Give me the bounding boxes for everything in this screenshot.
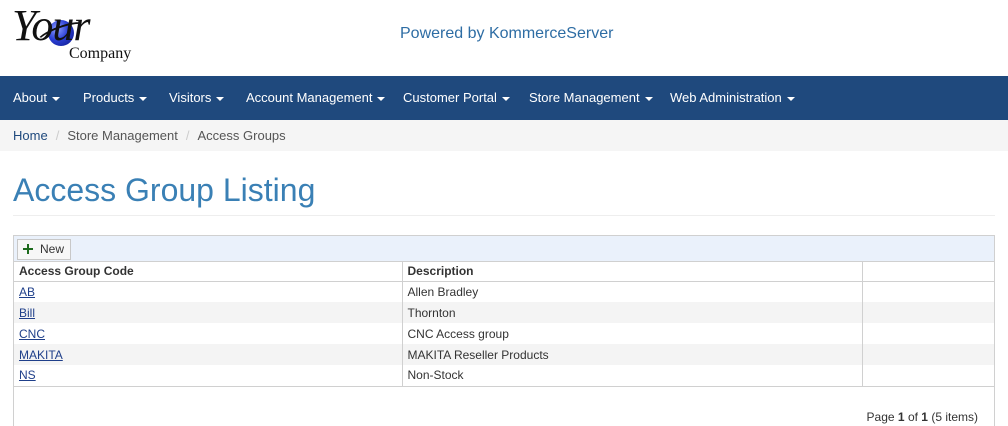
nav-item-customer-portal[interactable]: Customer Portal <box>403 76 510 120</box>
nav-item-web-administration[interactable]: Web Administration <box>670 76 795 120</box>
access-group-code-link[interactable]: MAKITA <box>19 348 63 362</box>
logo-subtext: Company <box>69 45 132 62</box>
table-row: NS Non-Stock <box>14 365 994 387</box>
pager-prefix: Page <box>866 410 895 424</box>
nav-item-label: About <box>13 90 47 105</box>
new-button-label: New <box>40 242 65 256</box>
caret-down-icon <box>216 96 225 101</box>
logo-wordmark: Your <box>12 1 91 50</box>
grid-toolbar: New <box>14 236 994 262</box>
caret-down-icon <box>139 96 148 101</box>
table-row: Bill Thornton <box>14 302 994 323</box>
powered-by-text: Powered by KommerceServer <box>400 25 614 42</box>
access-group-code-link[interactable]: CNC <box>19 327 45 341</box>
nav-item-label: Visitors <box>169 90 212 105</box>
cell-description: MAKITA Reseller Products <box>402 344 863 365</box>
nav-item-visitors[interactable]: Visitors <box>169 76 225 120</box>
nav-item-store-management[interactable]: Store Management <box>529 76 653 120</box>
cell-actions <box>862 344 994 365</box>
nav-item-label: Web Administration <box>670 90 782 105</box>
cell-actions <box>862 302 994 323</box>
cell-actions <box>862 323 994 344</box>
table-row: MAKITA MAKITA Reseller Products <box>14 344 994 365</box>
cell-actions <box>862 365 994 387</box>
new-button[interactable]: New <box>17 239 72 260</box>
caret-down-icon <box>644 96 653 101</box>
caret-down-icon <box>786 96 795 101</box>
nav-item-about[interactable]: About <box>13 76 60 120</box>
cell-code: NS <box>14 365 403 387</box>
company-logo[interactable]: Your Company <box>12 4 142 66</box>
pager-total-pages: 1 <box>921 410 928 424</box>
table-row: AB Allen Bradley <box>14 281 994 302</box>
breadcrumb-home-link[interactable]: Home <box>13 128 48 143</box>
table-row: CNC CNC Access group <box>14 323 994 344</box>
cell-code: Bill <box>14 302 403 323</box>
nav-item-label: Store Management <box>529 90 640 105</box>
nav-item-label: Products <box>83 90 135 105</box>
column-header-actions <box>862 262 994 282</box>
page-header: Your Company Powered by KommerceServer <box>0 0 1008 76</box>
table-header-row: Access Group Code Description <box>14 262 994 282</box>
plus-icon <box>23 244 33 254</box>
breadcrumb-separator: / <box>185 128 190 143</box>
nav-item-products[interactable]: Products <box>83 76 148 120</box>
access-group-code-link[interactable]: NS <box>19 368 36 382</box>
page-title: Access Group Listing <box>13 172 316 208</box>
title-divider <box>13 215 995 216</box>
main-navbar: About Products Visitors Account Manageme… <box>0 76 1008 120</box>
cell-actions <box>862 281 994 302</box>
cell-description: Thornton <box>402 302 863 323</box>
column-header-code[interactable]: Access Group Code <box>14 262 403 282</box>
breadcrumb-store-management[interactable]: Store Management <box>67 128 178 143</box>
pager-info: Page 1 of 1 (5 items) <box>867 410 978 424</box>
cell-code: MAKITA <box>14 344 403 365</box>
access-group-grid: New Access Group Code Description AB All… <box>13 235 995 426</box>
column-header-description[interactable]: Description <box>402 262 863 282</box>
access-group-table: Access Group Code Description AB Allen B… <box>14 262 994 387</box>
pager-of: of <box>907 410 918 424</box>
cell-description: Allen Bradley <box>402 281 863 302</box>
nav-item-account-management[interactable]: Account Management <box>246 76 386 120</box>
nav-item-label: Customer Portal <box>403 90 497 105</box>
cell-code: AB <box>14 281 403 302</box>
cell-description: CNC Access group <box>402 323 863 344</box>
breadcrumb: Home / Store Management / Access Groups <box>0 120 1008 151</box>
caret-down-icon <box>51 96 60 101</box>
caret-down-icon <box>377 96 386 101</box>
access-group-code-link[interactable]: AB <box>19 285 35 299</box>
access-group-code-link[interactable]: Bill <box>19 306 35 320</box>
breadcrumb-separator: / <box>55 128 60 143</box>
breadcrumb-current: Access Groups <box>197 128 286 143</box>
nav-item-label: Account Management <box>246 90 373 105</box>
cell-code: CNC <box>14 323 403 344</box>
caret-down-icon <box>501 96 510 101</box>
pager-current-page: 1 <box>897 410 905 424</box>
pager-item-count: (5 items) <box>931 410 978 424</box>
cell-description: Non-Stock <box>402 365 863 387</box>
